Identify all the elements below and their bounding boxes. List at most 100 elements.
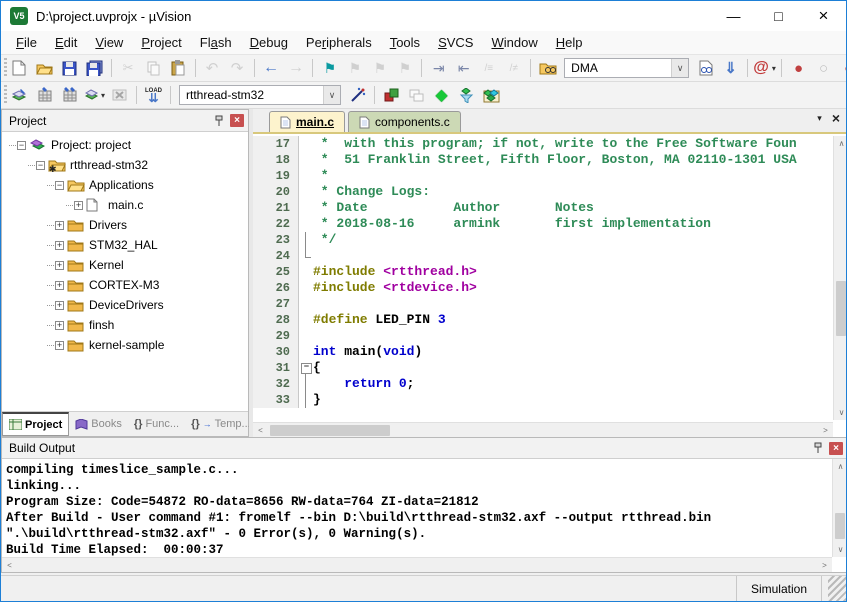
bo-vscroll-thumb[interactable] <box>835 513 845 539</box>
redo-button[interactable]: ↷ <box>226 57 249 79</box>
code-line-17[interactable]: 17 * with this program; if not, write to… <box>253 136 833 152</box>
menu-help[interactable]: Help <box>547 32 592 53</box>
menu-peripherals[interactable]: Peripherals <box>297 32 381 53</box>
manage-project-items-button[interactable] <box>380 84 403 106</box>
build-output-horizontal-scrollbar[interactable]: < > <box>2 557 832 572</box>
tree-item-finsh[interactable]: +finsh <box>2 315 248 335</box>
code-line-33[interactable]: 33} <box>253 392 833 408</box>
incremental-find-button[interactable]: ⇓ <box>719 57 742 79</box>
download-button[interactable]: LOAD ⇊ <box>142 84 165 106</box>
expand-icon[interactable]: + <box>55 241 64 250</box>
menu-file[interactable]: File <box>7 32 46 53</box>
scroll-up-icon[interactable]: ∧ <box>834 136 847 151</box>
editor-close-icon[interactable]: × <box>832 110 840 126</box>
tree-item-stm32-hal[interactable]: +STM32_HAL <box>2 235 248 255</box>
tree-item-devicedrivers[interactable]: +DeviceDrivers <box>2 295 248 315</box>
build-output-close-icon[interactable]: × <box>829 442 843 455</box>
code-line-20[interactable]: 20 * Change Logs: <box>253 184 833 200</box>
menu-debug[interactable]: Debug <box>241 32 297 53</box>
translate-button[interactable] <box>8 84 31 106</box>
code-line-30[interactable]: 30int main(void) <box>253 344 833 360</box>
comment-button[interactable]: /≡ <box>477 57 500 79</box>
cut-button[interactable]: ✂ <box>117 57 140 79</box>
collapse-icon[interactable]: − <box>55 181 64 190</box>
menu-view[interactable]: View <box>86 32 132 53</box>
indent-button[interactable]: ⇥ <box>427 57 450 79</box>
scroll-left-icon[interactable]: < <box>253 423 268 438</box>
save-button[interactable] <box>58 57 81 79</box>
scroll-down-icon[interactable]: ∨ <box>834 405 847 420</box>
expand-icon[interactable]: + <box>55 341 64 350</box>
tree-item-kernel-sample[interactable]: +kernel-sample <box>2 335 248 355</box>
toolbar-grip2[interactable] <box>4 85 7 105</box>
lookup-button[interactable]: @ ▾ <box>753 57 776 79</box>
undo-button[interactable]: ↶ <box>201 57 224 79</box>
save-all-button[interactable] <box>83 57 106 79</box>
code-line-23[interactable]: 23 */ <box>253 232 833 248</box>
uncomment-button[interactable]: /≠ <box>502 57 525 79</box>
breakpoint-disable-button[interactable]: ○ <box>812 57 835 79</box>
bo-scroll-left-icon[interactable]: < <box>2 558 17 573</box>
select-packs-button[interactable] <box>455 84 478 106</box>
multi-project-button[interactable] <box>405 84 428 106</box>
menu-flash[interactable]: Flash <box>191 32 241 53</box>
menu-svcs[interactable]: SVCS <box>429 32 482 53</box>
find-in-document-button[interactable] <box>694 57 717 79</box>
resize-grip[interactable] <box>828 576 846 601</box>
tree-item-applications[interactable]: −Applications <box>2 175 248 195</box>
tree-item-kernel[interactable]: +Kernel <box>2 255 248 275</box>
code-line-26[interactable]: 26#include <rtdevice.h> <box>253 280 833 296</box>
editor-vertical-scrollbar[interactable]: ∧ ∨ <box>833 136 847 420</box>
code-line-29[interactable]: 29 <box>253 328 833 344</box>
menu-project[interactable]: Project <box>132 32 190 53</box>
pin-icon[interactable] <box>212 114 226 128</box>
navigate-forward-button[interactable]: → <box>284 57 307 79</box>
bookmark-prev-button[interactable]: ⚑ <box>343 57 366 79</box>
tab-project[interactable]: Project <box>2 412 69 436</box>
copy-button[interactable] <box>142 57 165 79</box>
build-output-vertical-scrollbar[interactable]: ∧ ∨ <box>832 459 847 557</box>
menu-tools[interactable]: Tools <box>381 32 429 53</box>
editor-tab-main-c[interactable]: main.c <box>269 111 345 132</box>
tree-item-drivers[interactable]: +Drivers <box>2 215 248 235</box>
build-button[interactable] <box>33 84 56 106</box>
code-line-25[interactable]: 25#include <rtthread.h> <box>253 264 833 280</box>
batch-build-button[interactable]: ▾ <box>83 84 106 106</box>
menu-window[interactable]: Window <box>482 32 546 53</box>
target-select[interactable]: rtthread-stm32 ∨ <box>179 85 341 105</box>
batch-build-caret-icon[interactable]: ▾ <box>101 91 105 100</box>
tree-item-rtthread-stm32[interactable]: −✱rtthread-stm32 <box>2 155 248 175</box>
expand-icon[interactable]: + <box>55 301 64 310</box>
code-line-21[interactable]: 21 * Date Author Notes <box>253 200 833 216</box>
rebuild-button[interactable] <box>58 84 81 106</box>
paste-button[interactable] <box>167 57 190 79</box>
editor-vscroll-thumb[interactable] <box>836 281 846 336</box>
code-area[interactable]: 17 * with this program; if not, write to… <box>253 136 833 420</box>
search-combo-arrow-icon[interactable]: ∨ <box>671 59 688 77</box>
code-line-18[interactable]: 18 * 51 Franklin Street, Fifth Floor, Bo… <box>253 152 833 168</box>
outdent-button[interactable]: ⇤ <box>452 57 475 79</box>
bookmark-toggle-button[interactable]: ⚑ <box>318 57 341 79</box>
tree-item-cortex-m3[interactable]: +CORTEX-M3 <box>2 275 248 295</box>
tree-item-main-c[interactable]: +main.c <box>2 195 248 215</box>
expand-icon[interactable]: + <box>55 261 64 270</box>
code-line-28[interactable]: 28#define LED_PIN 3 <box>253 312 833 328</box>
bo-scroll-down-icon[interactable]: ∨ <box>833 542 847 557</box>
minimize-button[interactable]: — <box>711 1 756 31</box>
build-output-text[interactable]: compiling timeslice_sample.c...linking..… <box>2 459 832 557</box>
search-combo[interactable]: DMA ∨ <box>564 58 689 78</box>
code-line-32[interactable]: 32 return 0; <box>253 376 833 392</box>
new-file-button[interactable] <box>8 57 31 79</box>
scroll-right-icon[interactable]: > <box>818 423 833 438</box>
editor-hscroll-thumb[interactable] <box>270 425 390 436</box>
close-button[interactable]: × <box>801 1 846 31</box>
expand-icon[interactable]: + <box>55 281 64 290</box>
tree-item-project-project[interactable]: −Project: project <box>2 135 248 155</box>
bookmark-next-button[interactable]: ⚑ <box>368 57 391 79</box>
code-line-22[interactable]: 22 * 2018-08-16 armink first implementat… <box>253 216 833 232</box>
project-panel-close-icon[interactable]: × <box>230 114 244 127</box>
breakpoint-kill-button[interactable]: ● <box>837 57 847 79</box>
menu-edit[interactable]: Edit <box>46 32 86 53</box>
tab-templates[interactable]: {}→ Temp... <box>185 412 257 436</box>
maximize-button[interactable]: □ <box>756 1 801 31</box>
